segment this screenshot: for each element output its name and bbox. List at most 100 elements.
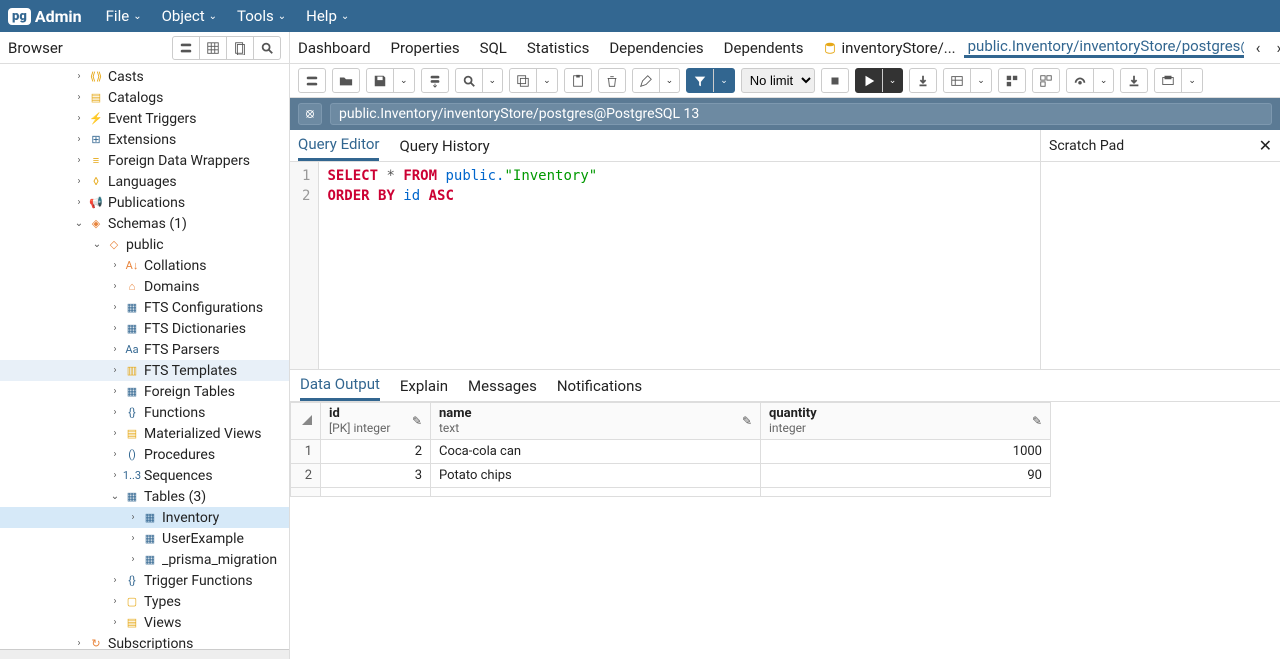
toolbar-btn[interactable] <box>298 68 326 93</box>
tab-dashboard[interactable]: Dashboard <box>298 32 371 63</box>
sidebar-search-button[interactable] <box>253 36 281 60</box>
cell[interactable]: 2 <box>321 440 431 464</box>
cell[interactable]: Potato chips <box>431 464 761 488</box>
query-toolbar: ⌄ ⌄ ⌄ ⌄ ⌄ No limit ⌄ ⌄ ⌄ ⌄ <box>290 64 1280 98</box>
delete-button[interactable] <box>598 68 626 93</box>
paste-button[interactable] <box>564 68 592 93</box>
tree-node[interactable]: ›📢Publications <box>0 192 289 213</box>
tree-node[interactable]: ›⟪⟫Casts <box>0 66 289 87</box>
tree-node[interactable]: ›≡Foreign Data Wrappers <box>0 150 289 171</box>
tree-node[interactable]: ›▦FTS Configurations <box>0 297 289 318</box>
tab-dependents[interactable]: Dependents <box>724 32 804 63</box>
column-header[interactable]: id[PK] integer✎ <box>321 403 431 440</box>
tree-node[interactable]: ›▤Views <box>0 612 289 633</box>
sidebar-btn-2[interactable] <box>199 36 227 60</box>
tree-node[interactable]: ⌄◇public <box>0 234 289 255</box>
tree-node[interactable]: ›▦Inventory <box>0 507 289 528</box>
scratch-pad: Scratch Pad ✕ <box>1040 130 1280 369</box>
cell[interactable]: 1000 <box>761 440 1051 464</box>
connection-icon[interactable] <box>298 103 322 125</box>
tab-nav[interactable]: ‹ <box>1252 38 1265 57</box>
toolbar-btn[interactable]: ⌄ <box>1154 68 1203 93</box>
tree-node[interactable]: ›▢Types <box>0 591 289 612</box>
tree-node[interactable]: ›▤Catalogs <box>0 87 289 108</box>
edit-button[interactable]: ⌄ <box>632 68 681 93</box>
toolbar-btn[interactable]: ⌄ <box>943 68 992 93</box>
connection-path-bar: public.Inventory/inventoryStore/postgres… <box>290 98 1280 130</box>
tree-node[interactable]: ›⚡Event Triggers <box>0 108 289 129</box>
toolbar-btn[interactable]: ⌄ <box>1066 68 1115 93</box>
tree-node[interactable]: ⌄◈Schemas (1) <box>0 213 289 234</box>
connection-path[interactable]: public.Inventory/inventoryStore/postgres… <box>330 103 1272 125</box>
tree-node[interactable]: ›AaFTS Parsers <box>0 339 289 360</box>
find-button[interactable]: ⌄ <box>455 68 504 93</box>
output-tab[interactable]: Explain <box>400 370 448 401</box>
download-button[interactable] <box>1120 68 1148 93</box>
close-icon[interactable]: ✕ <box>1259 136 1272 155</box>
save-button[interactable]: ⌄ <box>366 68 415 93</box>
tree-node[interactable]: ›▥FTS Templates <box>0 360 289 381</box>
menu-tools[interactable]: Tools ⌄ <box>237 7 286 25</box>
tab-dependencies[interactable]: Dependencies <box>609 32 703 63</box>
menu-file[interactable]: File ⌄ <box>106 7 142 25</box>
tree-node[interactable]: ›⊞Extensions <box>0 129 289 150</box>
edit-column-icon[interactable]: ✎ <box>1032 414 1042 428</box>
tab-statistics[interactable]: Statistics <box>527 32 589 63</box>
tree-node[interactable]: ›▦Foreign Tables <box>0 381 289 402</box>
app-logo[interactable]: pg Admin <box>8 7 82 26</box>
cell[interactable]: Coca-cola can <box>431 440 761 464</box>
tab-sql[interactable]: SQL <box>480 32 507 63</box>
table-row-empty[interactable] <box>291 488 1051 497</box>
toolbar-btn[interactable] <box>421 68 449 93</box>
copy-button[interactable]: ⌄ <box>509 68 558 93</box>
edit-column-icon[interactable]: ✎ <box>742 414 752 428</box>
tree-node[interactable]: ›↻Subscriptions <box>0 633 289 649</box>
browser-sidebar: Browser ›⟪⟫Casts›▤Catalogs›⚡Event Trigge… <box>0 32 290 659</box>
cell[interactable]: 3 <box>321 464 431 488</box>
limit-select[interactable]: No limit <box>741 68 815 93</box>
tree-node[interactable]: ›⌂Domains <box>0 276 289 297</box>
edit-column-icon[interactable]: ✎ <box>412 414 422 428</box>
output-tab[interactable]: Messages <box>468 370 537 401</box>
sql-editor[interactable]: 12 SELECT * FROM public."Inventory" ORDE… <box>290 162 1040 369</box>
toolbar-btn[interactable] <box>1032 68 1060 93</box>
tree-node[interactable]: ›◊Languages <box>0 171 289 192</box>
tree-node[interactable]: ›▤Materialized Views <box>0 423 289 444</box>
tab-nav[interactable]: › <box>1272 38 1280 57</box>
stop-button[interactable] <box>821 68 849 93</box>
column-header[interactable]: quantityinteger✎ <box>761 403 1051 440</box>
toolbar-btn[interactable] <box>998 68 1026 93</box>
editor-tab[interactable]: Query Editor <box>298 130 379 161</box>
result-grid[interactable]: id[PK] integer✎nametext✎quantityinteger✎… <box>290 402 1051 497</box>
tree-node[interactable]: ›▦_prisma_migration <box>0 549 289 570</box>
tree-node[interactable]: ›▦FTS Dictionaries <box>0 318 289 339</box>
filter-button[interactable]: ⌄ <box>686 68 735 93</box>
tree-node[interactable]: ›1..3Sequences <box>0 465 289 486</box>
sidebar-btn-1[interactable] <box>172 36 200 60</box>
editor-tab[interactable]: Query History <box>399 130 489 161</box>
tree-node[interactable]: ⌄▦Tables (3) <box>0 486 289 507</box>
execute-button[interactable]: ⌄ <box>855 68 904 93</box>
open-file-button[interactable] <box>332 68 360 93</box>
column-header[interactable]: nametext✎ <box>431 403 761 440</box>
open-tab[interactable]: inventoryStore/... <box>823 39 955 57</box>
open-tab[interactable]: public.Inventory/inventoryStore/postgres… <box>964 37 1244 58</box>
table-row[interactable]: 12Coca-cola can1000 <box>291 440 1051 464</box>
tree-node[interactable]: ›{}Functions <box>0 402 289 423</box>
browser-title: Browser <box>8 39 63 57</box>
tree-node[interactable]: ›A↓Collations <box>0 255 289 276</box>
output-tab[interactable]: Notifications <box>557 370 642 401</box>
tree-node[interactable]: ›()Procedures <box>0 444 289 465</box>
tab-properties[interactable]: Properties <box>391 32 460 63</box>
output-tab[interactable]: Data Output <box>300 370 380 401</box>
sidebar-btn-3[interactable] <box>226 36 254 60</box>
tree-node[interactable]: ›▦UserExample <box>0 528 289 549</box>
table-row[interactable]: 23Potato chips90 <box>291 464 1051 488</box>
tree-node[interactable]: ›{}Trigger Functions <box>0 570 289 591</box>
menu-help[interactable]: Help ⌄ <box>306 7 349 25</box>
menu-object[interactable]: Object ⌄ <box>162 7 217 25</box>
cell[interactable]: 90 <box>761 464 1051 488</box>
toolbar-btn[interactable] <box>909 68 937 93</box>
main-tabs: Dashboard Properties SQL Statistics Dependen… <box>290 32 1280 64</box>
scratch-title: Scratch Pad <box>1049 138 1124 154</box>
